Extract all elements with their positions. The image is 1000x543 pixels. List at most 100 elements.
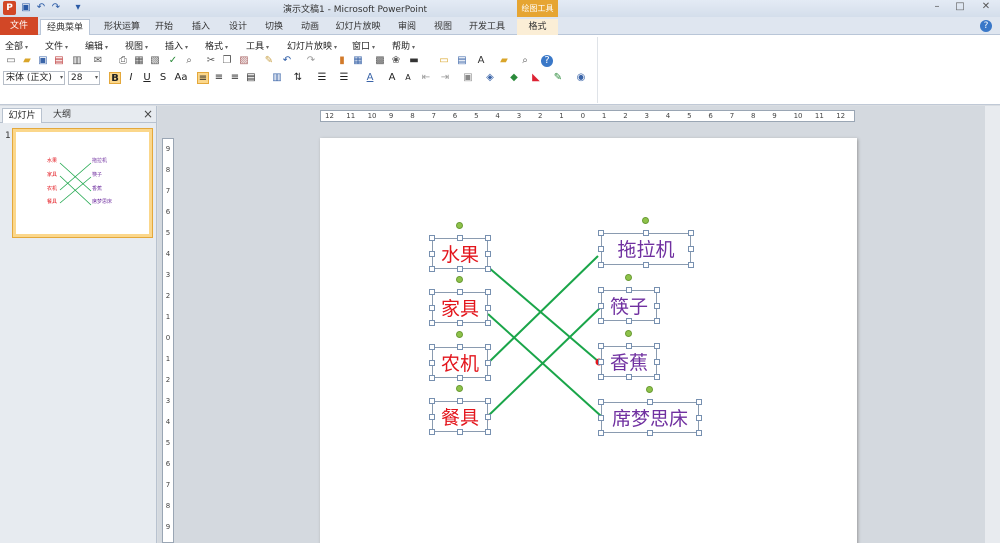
rotate-handle[interactable] xyxy=(642,217,649,224)
undo-icon[interactable]: ↶ xyxy=(35,2,47,14)
text-direction-icon[interactable]: ⇅ xyxy=(292,72,304,84)
menu-insert[interactable]: 插入 ▾ xyxy=(165,39,188,52)
preview-icon[interactable]: ▧ xyxy=(149,55,161,67)
open-folder-icon[interactable]: ▰ xyxy=(21,55,33,67)
tab-insert[interactable]: 插入 xyxy=(187,19,215,35)
tab-file[interactable]: 文件 xyxy=(0,17,38,35)
resize-handle[interactable] xyxy=(485,375,491,381)
resize-handle[interactable] xyxy=(598,246,604,252)
close-window-button[interactable]: ✕ xyxy=(976,1,996,14)
resize-handle[interactable] xyxy=(457,320,463,326)
resize-handle[interactable] xyxy=(429,320,435,326)
numbering-icon[interactable]: ☰ xyxy=(316,72,328,84)
menu-view[interactable]: 视图 ▾ xyxy=(125,39,148,52)
clipart-icon[interactable]: ❀ xyxy=(390,55,402,67)
resize-handle[interactable] xyxy=(654,318,660,324)
slide-canvas[interactable]: 水果 家具 农机 餐具 拖拉机 筷子 香蕉 席梦思床 xyxy=(320,138,857,543)
font-name-select[interactable]: 宋体 (正文) ▾ xyxy=(3,71,65,85)
resize-handle[interactable] xyxy=(485,320,491,326)
font-size-select[interactable]: 28 ▾ xyxy=(68,71,100,85)
resize-handle[interactable] xyxy=(643,262,649,268)
shape-fill-icon[interactable]: ◆ xyxy=(508,72,520,84)
right-item-box[interactable]: 拖拉机 xyxy=(601,233,691,265)
quick-styles-icon[interactable]: ◈ xyxy=(484,72,496,84)
shadow-button[interactable]: S xyxy=(157,72,169,84)
resize-handle[interactable] xyxy=(696,430,702,436)
resize-handle[interactable] xyxy=(598,358,604,365)
tab-developer[interactable]: 开发工具 xyxy=(467,19,507,35)
vertical-scrollbar[interactable] xyxy=(985,106,1000,543)
shrink-font-icon[interactable]: A xyxy=(402,72,414,84)
save-disk-icon[interactable]: ▣ xyxy=(37,55,49,67)
resize-handle[interactable] xyxy=(429,304,435,311)
rotate-handle[interactable] xyxy=(646,386,653,393)
resize-handle[interactable] xyxy=(429,250,435,257)
right-item-box[interactable]: 香蕉 xyxy=(601,346,657,377)
table-icon[interactable]: ▦ xyxy=(352,55,364,67)
line-icon[interactable]: ▬ xyxy=(408,55,420,67)
layout-icon[interactable]: ▤ xyxy=(456,55,468,67)
resize-handle[interactable] xyxy=(654,302,660,309)
resize-handle[interactable] xyxy=(598,262,604,268)
export-icon[interactable]: ▥ xyxy=(71,55,83,67)
chart-icon[interactable]: ▮ xyxy=(336,55,348,67)
resize-handle[interactable] xyxy=(429,289,435,295)
resize-handle[interactable] xyxy=(457,235,463,241)
resize-handle[interactable] xyxy=(485,398,491,404)
help-icon[interactable]: ? xyxy=(980,20,992,32)
new-file-icon[interactable]: ▭ xyxy=(5,55,17,67)
left-item-box[interactable]: 水果 xyxy=(432,238,488,269)
resize-handle[interactable] xyxy=(654,287,660,293)
arrange-icon[interactable]: ▣ xyxy=(462,72,474,84)
resize-handle[interactable] xyxy=(598,343,604,349)
resize-handle[interactable] xyxy=(696,399,702,405)
tab-transitions[interactable]: 切换 xyxy=(260,19,288,35)
right-item-box[interactable]: 筷子 xyxy=(601,290,657,321)
format-painter-icon[interactable]: ✎ xyxy=(263,55,275,67)
horizontal-ruler[interactable]: 12 11 10 9 8 7 6 5 4 3 2 1 0 1 2 3 4 5 6 7 8 9 10 11 12 xyxy=(320,110,855,122)
resize-handle[interactable] xyxy=(485,429,491,435)
menu-format[interactable]: 格式 ▾ xyxy=(205,39,228,52)
powerpoint-app-icon[interactable]: P xyxy=(3,1,16,15)
resize-handle[interactable] xyxy=(654,374,660,380)
grow-font-icon[interactable]: A xyxy=(386,72,398,84)
resize-handle[interactable] xyxy=(485,344,491,350)
resize-handle[interactable] xyxy=(429,413,435,420)
rotate-handle[interactable] xyxy=(456,222,463,229)
outline-icon[interactable]: ✎ xyxy=(552,72,564,84)
resize-handle[interactable] xyxy=(485,359,491,366)
left-item-box[interactable]: 农机 xyxy=(432,347,488,378)
resize-handle[interactable] xyxy=(643,230,649,236)
left-item-box[interactable]: 餐具 xyxy=(432,401,488,432)
resize-handle[interactable] xyxy=(457,266,463,272)
tab-design[interactable]: 设计 xyxy=(224,19,252,35)
cut-icon[interactable]: ✂ xyxy=(205,55,217,67)
menu-all[interactable]: 全部 ▾ xyxy=(5,39,28,52)
columns-icon[interactable]: ▥ xyxy=(271,72,283,84)
resize-handle[interactable] xyxy=(696,414,702,421)
rotate-handle[interactable] xyxy=(456,385,463,392)
font-color-icon[interactable]: A xyxy=(364,72,376,84)
increase-indent-icon[interactable]: ⇥ xyxy=(439,72,451,84)
new-slide-icon[interactable]: ▭ xyxy=(438,55,450,67)
decrease-indent-icon[interactable]: ⇤ xyxy=(420,72,432,84)
maximize-button[interactable]: □ xyxy=(953,1,967,14)
rotate-handle[interactable] xyxy=(625,330,632,337)
resize-handle[interactable] xyxy=(647,430,653,436)
resize-handle[interactable] xyxy=(626,318,632,324)
minimize-button[interactable]: – xyxy=(930,1,944,14)
menu-file[interactable]: 文件 ▾ xyxy=(45,39,68,52)
resize-handle[interactable] xyxy=(485,250,491,257)
resize-handle[interactable] xyxy=(429,266,435,272)
help-circle-icon[interactable]: ? xyxy=(541,55,553,67)
paste-icon[interactable]: ▨ xyxy=(238,55,250,67)
align-left-icon[interactable]: ≡ xyxy=(197,72,209,84)
spelling-icon[interactable]: ✓ xyxy=(167,55,179,67)
zoom-icon[interactable]: ⌕ xyxy=(519,55,531,67)
rotate-handle[interactable] xyxy=(456,331,463,338)
tab-home[interactable]: 开始 xyxy=(150,19,178,35)
copy-icon[interactable]: ❐ xyxy=(221,55,233,67)
slide-thumbnail[interactable]: 水果 家具 农机 餐具 拖拉机 筷子 香蕉 席梦思床 xyxy=(12,128,153,238)
resize-handle[interactable] xyxy=(598,374,604,380)
resize-handle[interactable] xyxy=(688,246,694,252)
